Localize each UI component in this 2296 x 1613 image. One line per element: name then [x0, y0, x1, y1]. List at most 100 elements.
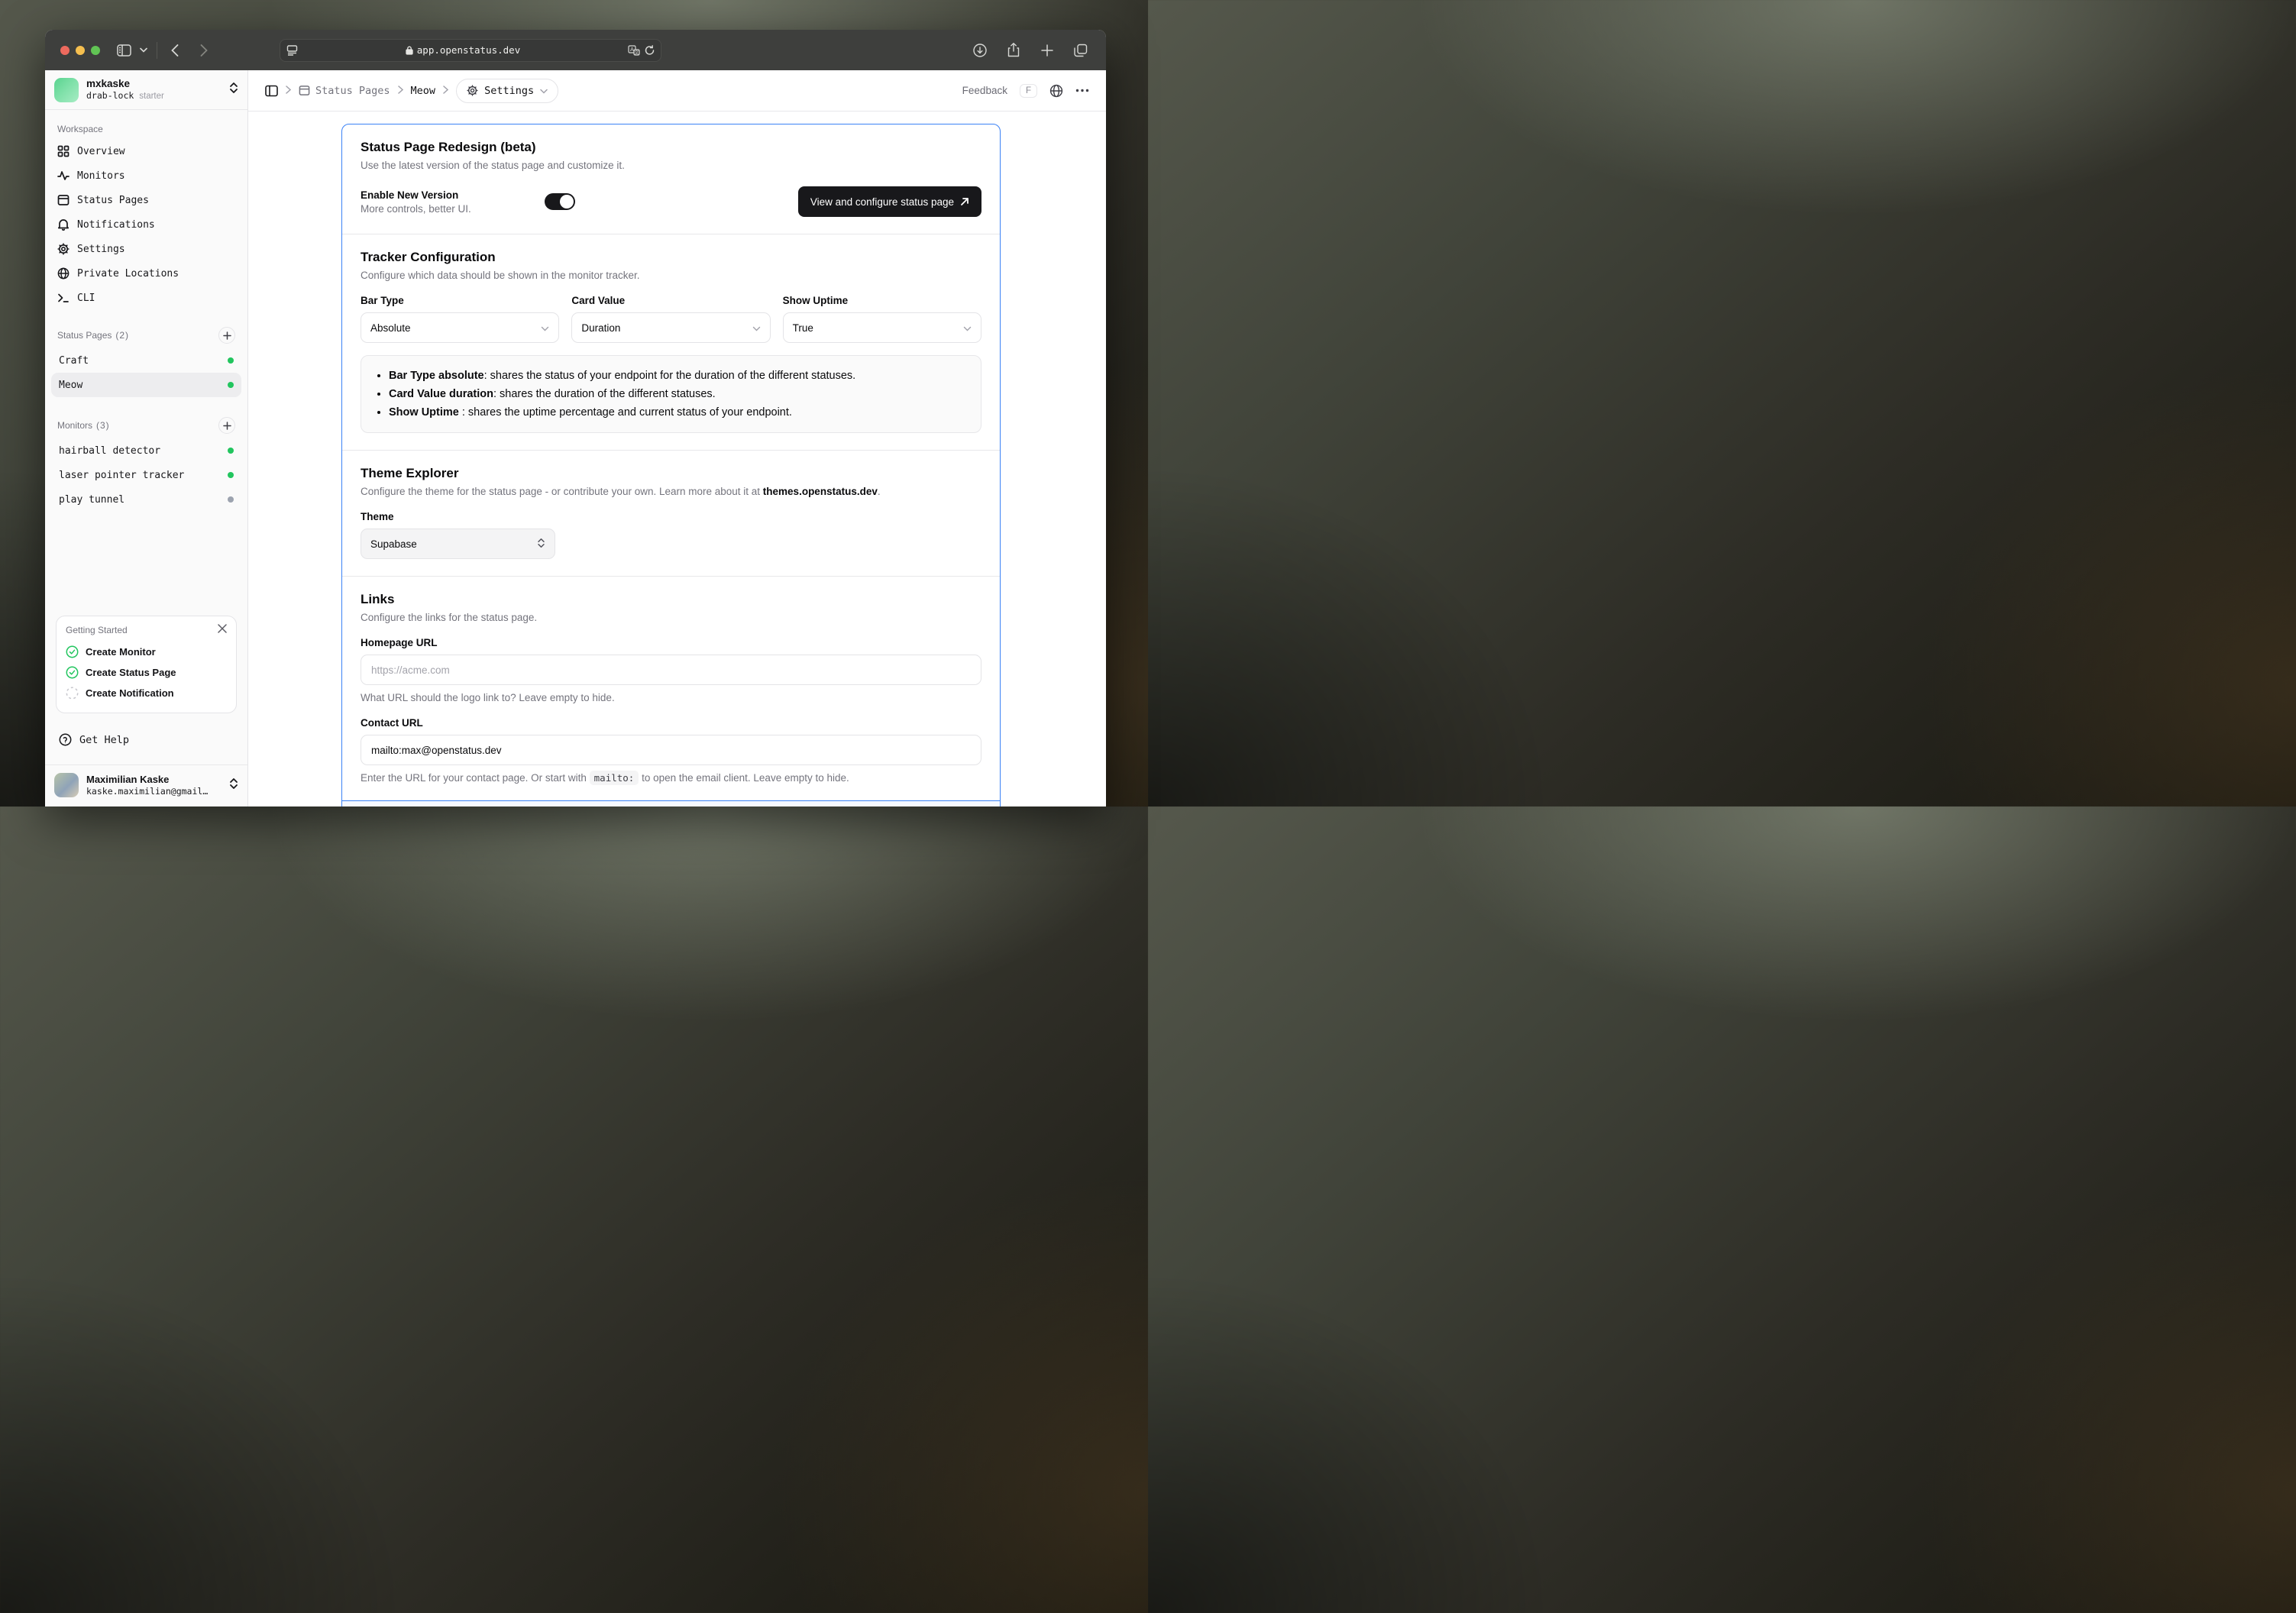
new-tab-icon[interactable]	[1036, 40, 1059, 60]
monitor-dot-active	[228, 448, 234, 454]
more-options-icon[interactable]	[1075, 89, 1089, 92]
globe-icon	[57, 267, 70, 280]
links-title: Links	[361, 592, 395, 606]
sidebar-item-notifications[interactable]: Notifications	[51, 212, 241, 237]
homepage-url-label: Homepage URL	[361, 637, 438, 648]
svg-text:文: 文	[634, 49, 639, 55]
sidebar-toggle-icon[interactable]	[265, 85, 278, 97]
chevrons-up-down-icon	[537, 538, 545, 551]
theme-title: Theme Explorer	[361, 466, 459, 480]
getting-started-create-notification[interactable]: Create Notification	[66, 683, 227, 703]
breadcrumb-status-pages[interactable]: Status Pages	[299, 85, 390, 97]
url-text[interactable]: app.openstatus.dev	[298, 44, 628, 56]
info-bullet: Show Uptime : shares the uptime percenta…	[389, 403, 967, 422]
dashed-circle-icon	[66, 687, 79, 700]
globe-icon[interactable]	[1049, 84, 1063, 98]
reload-icon[interactable]	[645, 44, 655, 56]
status-pages-section-label: Status Pages (2)	[51, 321, 241, 348]
close-icon[interactable]	[218, 624, 227, 635]
view-configure-status-page-button[interactable]: View and configure status page	[797, 186, 981, 217]
info-bullet: Bar Type absolute: shares the status of …	[389, 367, 967, 385]
add-monitor-button[interactable]	[218, 417, 235, 434]
redesign-section: Status Page Redesign (beta) Use the late…	[342, 124, 1000, 234]
traffic-lights[interactable]	[60, 45, 100, 55]
check-circle-icon	[66, 645, 79, 658]
sidebar-item-private-locations[interactable]: Private Locations	[51, 261, 241, 286]
arrow-up-right-icon	[961, 198, 969, 205]
feedback-button[interactable]: Feedback	[962, 85, 1007, 96]
workspace-name: mxkaske	[86, 77, 131, 89]
browser-window: app.openstatus.dev A文 mxkaske drab-lock …	[45, 30, 1106, 806]
share-icon[interactable]	[1002, 40, 1025, 60]
bar-type-select[interactable]: Absolute	[361, 312, 560, 343]
translate-icon[interactable]: A文	[628, 44, 640, 56]
sidebar-menu-chevron-icon[interactable]	[137, 40, 150, 60]
sidebar-item-settings[interactable]: Settings	[51, 237, 241, 261]
downloads-icon[interactable]	[969, 40, 991, 60]
links-section: Links Configure the links for the status…	[342, 577, 1000, 800]
gear-icon	[57, 243, 70, 255]
info-bullet: Card Value duration: shares the duration…	[389, 385, 967, 403]
page-header: Status Pages Meow Settings Feedback F	[248, 70, 1106, 112]
redesign-title: Status Page Redesign (beta)	[361, 140, 536, 154]
tracker-info-box: Bar Type absolute: shares the status of …	[361, 355, 981, 433]
sidebar-item-status-pages[interactable]: Status Pages	[51, 188, 241, 212]
workspace-switcher[interactable]: mxkaske drab-lock starter	[45, 70, 247, 110]
chevrons-up-down-icon	[229, 777, 238, 794]
chevron-down-icon	[752, 322, 761, 334]
sidebar-item-cli[interactable]: CLI	[51, 286, 241, 310]
plus-icon	[222, 421, 231, 430]
status-page-item-craft[interactable]: Craft	[51, 348, 241, 373]
user-menu[interactable]: Maximilian Kaske kaske.maximilian@gmail…	[45, 764, 247, 806]
terminal-icon	[58, 293, 69, 302]
mailto-code-chip: mailto:	[589, 771, 639, 785]
reader-mode-icon[interactable]	[286, 44, 298, 56]
sidebar-item-monitors[interactable]: Monitors	[51, 163, 241, 188]
contact-url-input[interactable]	[361, 735, 981, 765]
getting-started-card: Getting Started Create Monitor Create St…	[56, 616, 237, 713]
enable-new-version-label: Enable New Version	[361, 189, 459, 201]
activity-icon	[57, 171, 70, 180]
show-uptime-select[interactable]: True	[782, 312, 981, 343]
workspace-plan: starter	[139, 91, 164, 101]
monitor-dot-inactive	[228, 496, 234, 503]
minimize-window-button[interactable]	[76, 45, 85, 55]
card-value-label: Card Value	[571, 295, 626, 306]
getting-started-create-monitor[interactable]: Create Monitor	[66, 642, 227, 662]
feedback-shortcut-key: F	[1019, 83, 1037, 98]
monitor-item-hairball-detector[interactable]: hairball detector	[51, 438, 241, 463]
show-uptime-label: Show Uptime	[782, 295, 849, 306]
breadcrumb-tab-settings[interactable]: Settings	[456, 78, 559, 103]
enable-new-version-toggle[interactable]	[544, 193, 575, 210]
monitor-item-laser-pointer-tracker[interactable]: laser pointer tracker	[51, 463, 241, 487]
grid-icon	[57, 145, 70, 157]
card-value-select[interactable]: Duration	[571, 312, 771, 343]
sidebar-item-overview[interactable]: Overview	[51, 139, 241, 163]
getting-started-create-status-page[interactable]: Create Status Page	[66, 662, 227, 683]
workspace-project: drab-lock starter	[86, 89, 164, 101]
back-button[interactable]	[163, 40, 186, 60]
user-name: Maximilian Kaske	[86, 773, 170, 785]
status-page-item-meow[interactable]: Meow	[51, 373, 241, 397]
browser-titlebar: app.openstatus.dev A文	[45, 30, 1106, 70]
homepage-url-input[interactable]	[361, 655, 981, 685]
zoom-window-button[interactable]	[91, 45, 100, 55]
theme-description: Configure the theme for the status page …	[361, 486, 881, 497]
breadcrumb-meow[interactable]: Meow	[411, 85, 436, 97]
tracker-title: Tracker Configuration	[361, 250, 496, 264]
page-content: Status Page Redesign (beta) Use the late…	[248, 112, 1106, 806]
get-help-button[interactable]: Get Help	[51, 726, 241, 754]
monitor-dot-active	[228, 472, 234, 478]
themes-link[interactable]: themes.openstatus.dev	[763, 486, 878, 497]
add-status-page-button[interactable]	[218, 327, 235, 344]
address-bar[interactable]: app.openstatus.dev A文	[280, 38, 661, 62]
tab-overview-icon[interactable]	[1069, 40, 1092, 60]
gear-icon	[467, 85, 478, 96]
status-page-settings-card: Status Page Redesign (beta) Use the late…	[341, 124, 1001, 806]
close-window-button[interactable]	[60, 45, 70, 55]
theme-select[interactable]: Supabase	[361, 529, 555, 559]
monitor-item-play-tunnel[interactable]: play tunnel	[51, 487, 241, 512]
status-dot-operational	[228, 382, 234, 388]
browser-sidebar-toggle-icon[interactable]	[112, 40, 135, 60]
forward-button[interactable]	[192, 40, 215, 60]
